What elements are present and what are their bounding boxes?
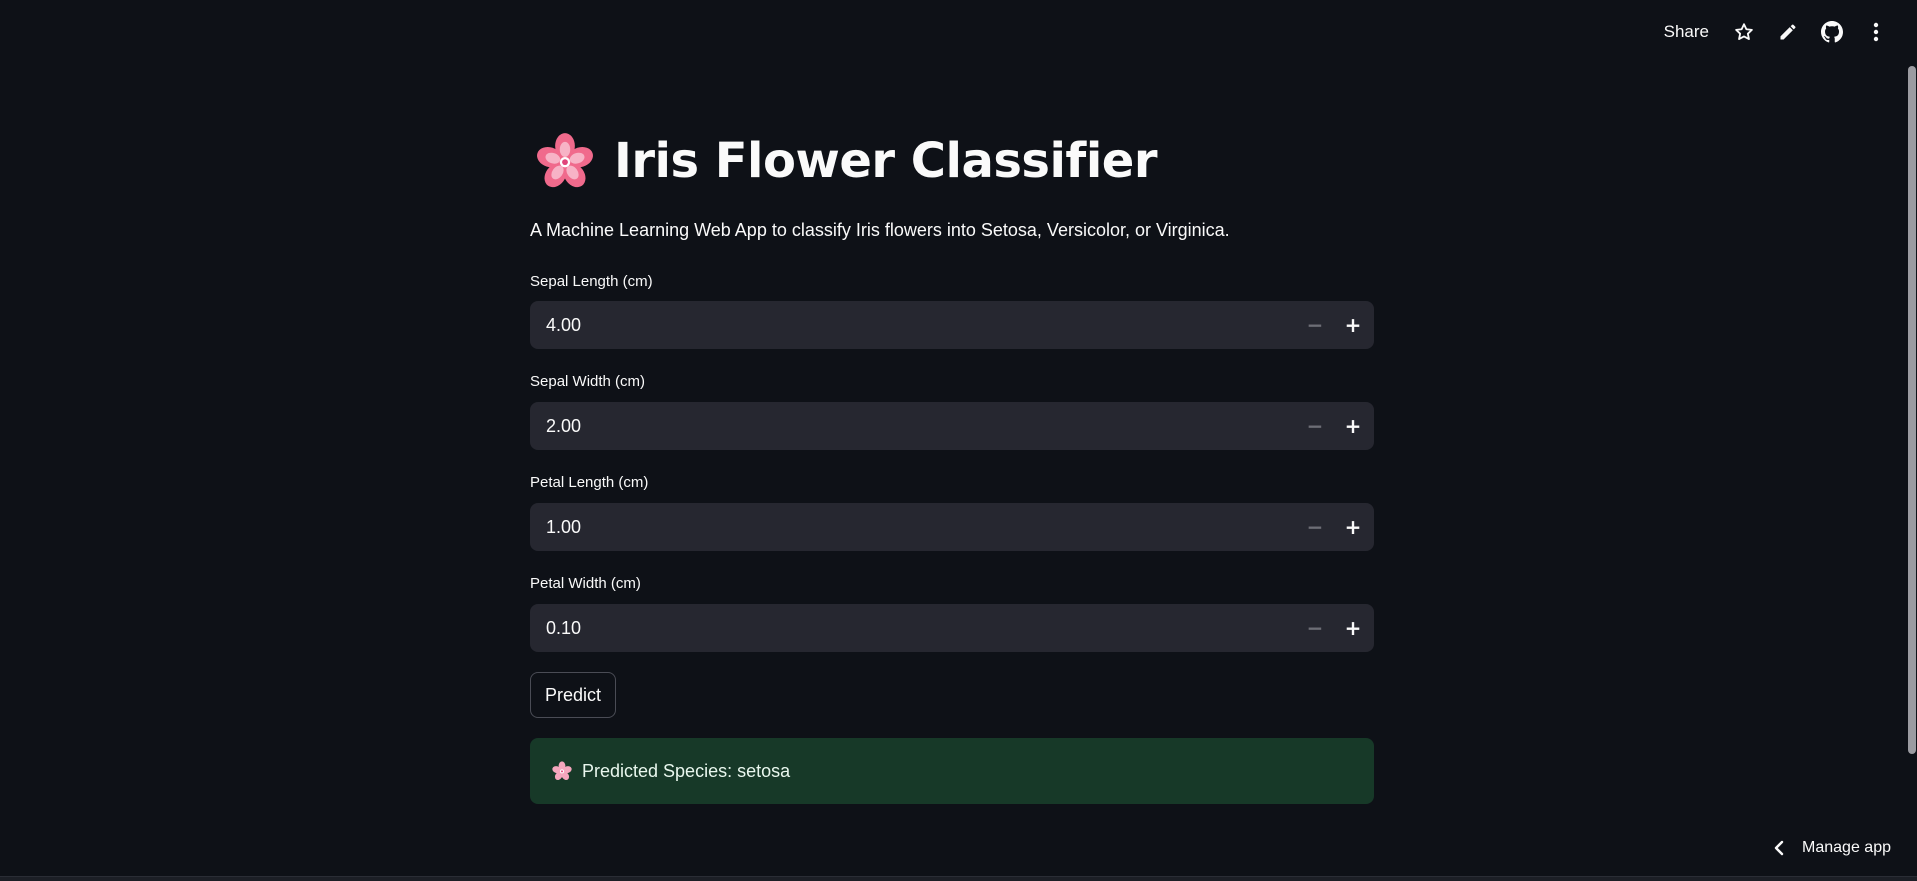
petal-width-label: Petal Width (cm) [530,575,641,592]
increment-button[interactable]: + [1334,301,1372,349]
result-text: Predicted Species: setosa [582,760,791,781]
top-toolbar: Share [1654,12,1895,52]
petal-length-field: − + [530,503,1374,551]
petal-length-input[interactable] [530,515,1296,539]
sepal-length-label: Sepal Length (cm) [530,273,653,290]
increment-button[interactable]: + [1334,604,1372,652]
petal-width-input[interactable] [530,616,1296,640]
increment-button[interactable]: + [1334,402,1372,450]
bottom-bar [0,876,1917,881]
predict-button[interactable]: Predict [530,672,617,718]
sepal-length-input[interactable] [530,313,1296,337]
scrollbar[interactable] [1908,66,1916,754]
decrement-button[interactable]: − [1296,503,1334,551]
cherry-blossom-icon [552,761,572,781]
sepal-length-field: − + [530,301,1374,349]
sepal-width-input[interactable] [530,414,1296,438]
sepal-width-label: Sepal Width (cm) [530,373,646,390]
app-description: A Machine Learning Web App to classify I… [530,220,1230,240]
star-icon[interactable] [1725,13,1763,51]
app-root: Share Iris Flower Classifier A Machine L… [0,0,1917,881]
pencil-icon[interactable] [1769,13,1807,51]
page-title: Iris Flower Classifier [536,132,1158,190]
decrement-button[interactable]: − [1296,402,1334,450]
manage-app-button[interactable]: Manage app [1774,834,1891,862]
github-icon[interactable] [1813,13,1851,51]
cherry-blossom-icon [537,133,593,188]
increment-button[interactable]: + [1334,503,1372,551]
prediction-result: Predicted Species: setosa [530,738,1374,804]
decrement-button[interactable]: − [1296,301,1334,349]
title-text: Iris Flower Classifier [614,133,1158,189]
manage-app-label: Manage app [1802,839,1891,856]
share-button[interactable]: Share [1654,14,1719,50]
petal-width-field: − + [530,604,1374,652]
kebab-menu-icon[interactable] [1857,13,1895,51]
sepal-width-field: − + [530,402,1374,450]
petal-length-label: Petal Length (cm) [530,474,649,491]
chevron-left-icon [1774,840,1784,856]
decrement-button[interactable]: − [1296,604,1334,652]
